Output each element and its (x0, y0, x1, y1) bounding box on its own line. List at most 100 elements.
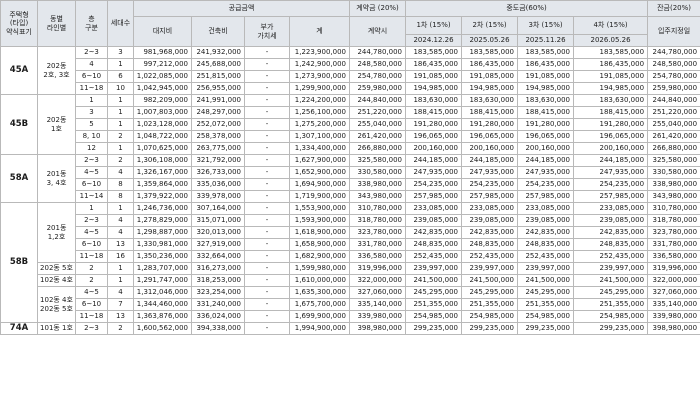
header-land: 대지비 (133, 16, 192, 47)
building-price-cell: 321,792,000 (191, 154, 245, 167)
vat-cell: - (244, 322, 290, 335)
units-cell: 1 (107, 202, 134, 215)
total-price-cell: 1,334,400,000 (288, 142, 351, 155)
land-price-cell: 1,023,128,000 (133, 118, 192, 131)
floor-cell: 6~10 (75, 178, 108, 191)
floor-cell: 6~10 (75, 70, 108, 83)
table-row: 11~14 8 1,379,922,000 339,978,000-1,719,900… (1, 190, 700, 203)
line-cell-text: 102동 4호 (40, 295, 73, 304)
contract-deposit-cell: 327,060,000 (349, 286, 407, 299)
interim-2-cell: 194,985,000 (461, 82, 519, 95)
building-price-cell: 316,273,000 (191, 262, 245, 275)
floor-cell: 4 (75, 58, 108, 71)
vat-cell: - (244, 214, 290, 227)
interim-1-cell: 254,235,000 (405, 178, 463, 191)
land-price-cell: 1,070,625,000 (133, 142, 192, 155)
interim-1-cell: 183,585,000 (405, 46, 463, 59)
interim-2-cell: 233,085,000 (461, 202, 519, 215)
interim-3-cell: 251,355,000 (517, 298, 575, 311)
balance-cell: 254,780,000 (647, 70, 700, 83)
building-price-cell: 327,919,000 (191, 238, 245, 251)
total-price-cell: 1,610,000,000 (288, 274, 351, 287)
interim-2-cell: 200,160,000 (461, 142, 519, 155)
type-cell: 45B (0, 94, 38, 155)
land-price-cell: 1,022,085,000 (133, 70, 192, 83)
vat-cell: - (244, 226, 290, 239)
land-price-cell: 1,379,922,000 (133, 190, 192, 203)
interim-3-cell: 241,500,000 (517, 274, 575, 287)
interim-3-cell: 254,985,000 (517, 310, 575, 323)
contract-deposit-cell: 336,580,000 (349, 250, 407, 263)
floor-cell: 2~3 (75, 46, 108, 59)
units-cell: 4 (107, 214, 134, 227)
table-row: 58A 201동 3, 4호 2~3 2 1,306,108,000 321,792,000… (0, 154, 700, 203)
contract-deposit-cell: 331,780,000 (349, 238, 407, 251)
units-cell: 1 (107, 94, 134, 107)
interim-4-cell: 200,160,000 (573, 142, 649, 155)
floor-cell: 8, 10 (75, 130, 108, 143)
line-cell-text: 201동 (46, 169, 67, 178)
interim-1-cell: 233,085,000 (405, 202, 463, 215)
units-cell: 7 (107, 298, 134, 311)
floor-cell: 3 (75, 106, 108, 119)
units-cell: 10 (107, 82, 134, 95)
building-price-cell: 256,955,000 (191, 82, 245, 95)
floor-cell: 6~10 (75, 298, 108, 311)
balance-cell: 261,420,000 (647, 130, 700, 143)
type-cell: 58A (0, 154, 38, 203)
total-price-cell: 1,994,900,000 (288, 322, 351, 335)
building-price-cell: 332,664,000 (191, 250, 245, 263)
land-price-cell: 1,600,562,000 (133, 322, 192, 335)
vat-cell: - (244, 118, 290, 131)
interim-2-cell: 241,500,000 (461, 274, 519, 287)
vat-cell: - (244, 154, 290, 167)
header-deposit-group: 계약금 (20%) (349, 0, 407, 17)
header-floor: 층 구분 (75, 0, 108, 47)
total-price-cell: 1,694,900,000 (288, 178, 351, 191)
building-price-cell: 263,775,000 (191, 142, 245, 155)
interim-4-cell: 254,235,000 (573, 178, 649, 191)
balance-cell: 331,780,000 (647, 238, 700, 251)
header-total: 계 (288, 16, 351, 47)
interim-4-cell: 183,585,000 (573, 46, 649, 59)
floor-cell: 4~5 (75, 166, 108, 179)
interim-4-cell: 186,435,000 (573, 58, 649, 71)
building-price-cell: 245,688,000 (191, 58, 245, 71)
contract-deposit-cell: 244,780,000 (349, 46, 407, 59)
contract-deposit-cell: 318,780,000 (349, 214, 407, 227)
floor-cell: 4~5 (75, 226, 108, 239)
interim-4-cell: 183,630,000 (573, 94, 649, 107)
header-vat-line-2: 가치세 (257, 31, 277, 40)
table-row: 8, 10 2 1,048,722,000 258,378,000-1,307,100… (1, 130, 700, 143)
vat-cell: - (244, 286, 290, 299)
floor-cell: 2~3 (75, 154, 108, 167)
contract-deposit-cell: 261,420,000 (349, 130, 407, 143)
interim-4-cell: 247,935,000 (573, 166, 649, 179)
balance-cell: 266,880,000 (647, 142, 700, 155)
interim-1-cell: 242,835,000 (405, 226, 463, 239)
vat-cell: - (244, 58, 290, 71)
interim-1-cell: 251,355,000 (405, 298, 463, 311)
interim-2-cell: 183,630,000 (461, 94, 519, 107)
contract-deposit-cell: 266,880,000 (349, 142, 407, 155)
interim-3-cell: 252,435,000 (517, 250, 575, 263)
total-price-cell: 1,682,900,000 (288, 250, 351, 263)
interim-4-cell: 248,835,000 (573, 238, 649, 251)
contract-deposit-cell: 338,980,000 (349, 178, 407, 191)
contract-deposit-cell: 310,780,000 (349, 202, 407, 215)
price-table-body: 45A 202동 2호, 3호 2~3 3 981,968,000 241,932,000-… (0, 46, 700, 335)
interim-2-cell: 254,235,000 (461, 178, 519, 191)
header-balance-group: 잔금(20%) (647, 0, 700, 17)
line-cell-text: 202동 5호 (40, 264, 73, 273)
contract-deposit-cell: 343,980,000 (349, 190, 407, 203)
interim-4-cell: 188,415,000 (573, 106, 649, 119)
balance-cell: 339,980,000 (647, 310, 700, 323)
header-date-1: 2024.12.26 (405, 34, 463, 47)
contract-deposit-cell: 248,580,000 (349, 58, 407, 71)
interim-2-cell: 254,985,000 (461, 310, 519, 323)
interim-4-cell: 191,280,000 (573, 118, 649, 131)
contract-deposit-cell: 319,996,000 (349, 262, 407, 275)
line-cell-text: 1호 (51, 124, 62, 133)
interim-3-cell: 239,997,000 (517, 262, 575, 275)
floor-cell: 2~3 (75, 322, 108, 335)
